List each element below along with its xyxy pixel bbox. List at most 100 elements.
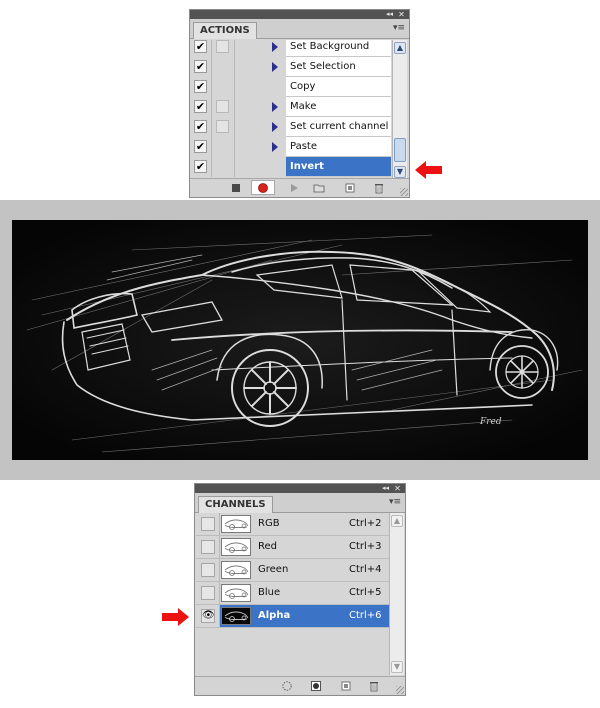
action-step-cell[interactable]: Set Background [286,40,391,57]
channels-list: RGB Ctrl+2 Red Ctrl+3 Green Ctrl+4 Blue Ctrl+5 👁… [196,513,389,675]
action-step-cell[interactable]: Copy [286,77,391,97]
toggle-checkbox[interactable]: ✔ [194,80,207,93]
toggle-checkbox[interactable]: ✔ [194,160,207,173]
actions-panel: ◂◂ ✕ ACTIONS ▾≡ ✔ Set Background ✔ Set Sele… [189,9,410,198]
close-icon[interactable]: ✕ [396,10,407,19]
channel-thumbnail [221,538,251,556]
channel-row-green[interactable]: Green Ctrl+4 [196,559,389,582]
action-row[interactable]: ✔ Set Background [191,40,392,57]
action-step-cell[interactable]: Set Selection [286,57,391,77]
expand-triangle-icon[interactable] [272,62,278,72]
close-icon[interactable]: ✕ [392,484,403,493]
car-sketch-image[interactable]: Fred [12,220,588,460]
visibility-toggle[interactable] [201,540,215,554]
divider [234,97,235,117]
scroll-up-icon[interactable]: ▲ [394,42,406,54]
save-selection-icon[interactable] [310,680,322,692]
scroll-thumb[interactable] [394,138,406,162]
dialog-toggle[interactable] [216,120,229,133]
action-step-label: Set Background [290,41,370,52]
collapse-icon[interactable]: ◂◂ [384,10,395,19]
tab-actions[interactable]: ACTIONS [193,22,257,39]
channels-panel: ◂◂ ✕ CHANNELS ▾≡ RGB Ctrl+2 Red Ctrl+3 Green… [194,483,406,696]
expand-triangle-icon[interactable] [272,42,278,52]
expand-triangle-icon[interactable] [272,122,278,132]
action-step-label: Set Selection [290,61,356,72]
channel-thumbnail [221,561,251,579]
action-row[interactable]: ✔ Set Selection [191,57,392,77]
action-row[interactable]: ✔ Invert [191,157,392,177]
load-selection-icon[interactable] [281,680,293,692]
channel-thumbnail [221,515,251,533]
action-step-cell[interactable]: Set current channel [286,117,391,137]
new-channel-icon[interactable] [340,680,352,692]
toggle-checkbox[interactable]: ✔ [194,120,207,133]
scroll-up-icon[interactable]: ▲ [391,515,403,527]
resize-grip[interactable] [396,686,404,694]
visibility-toggle[interactable] [201,563,215,577]
document-canvas-area: Fred [0,200,600,480]
channel-row-rgb[interactable]: RGB Ctrl+2 [196,513,389,536]
panel-menu-icon[interactable]: ▾≡ [393,23,405,33]
action-row[interactable]: ✔ Copy [191,77,392,97]
dialog-toggle[interactable] [216,100,229,113]
artist-signature: Fred [479,417,502,427]
actions-scrollbar[interactable]: ▲ ▼ [392,40,407,180]
action-step-label: Paste [290,141,317,152]
divider [211,137,212,157]
divider [211,157,212,177]
expand-triangle-icon[interactable] [272,142,278,152]
toggle-checkbox[interactable]: ✔ [194,140,207,153]
red-arrow-icon [415,161,442,179]
trash-icon[interactable] [373,182,385,194]
stop-icon[interactable] [230,182,242,194]
channel-shortcut: Ctrl+4 [349,564,382,575]
collapse-icon[interactable]: ◂◂ [380,484,391,493]
channel-name: Red [258,541,277,552]
channel-row-red[interactable]: Red Ctrl+3 [196,536,389,559]
action-step-cell[interactable]: Make [286,97,391,117]
resize-grip[interactable] [400,188,408,196]
red-arrow-icon [162,608,189,626]
divider [211,57,212,77]
new-set-icon[interactable] [313,182,325,194]
toggle-checkbox[interactable]: ✔ [194,40,207,53]
channel-thumbnail [221,607,251,625]
divider [211,77,212,97]
tab-channels[interactable]: CHANNELS [198,496,273,513]
action-step-cell[interactable]: Paste [286,137,391,157]
toggle-checkbox[interactable]: ✔ [194,60,207,73]
scroll-down-icon[interactable]: ▼ [391,661,403,673]
panel-menu-icon[interactable]: ▾≡ [389,497,401,507]
new-action-icon[interactable] [344,182,356,194]
dialog-toggle[interactable] [216,40,229,53]
record-button[interactable] [251,180,275,195]
visibility-toggle[interactable] [201,586,215,600]
channel-row-alpha[interactable]: 👁 Alpha Ctrl+6 [196,605,389,628]
play-icon[interactable] [288,182,300,194]
channels-scrollbar[interactable]: ▲ ▼ [389,513,404,675]
divider [211,117,212,137]
expand-triangle-icon[interactable] [272,102,278,112]
channel-name: Green [258,564,289,575]
action-row[interactable]: ✔ Make [191,97,392,117]
trash-icon[interactable] [368,680,380,692]
channel-row-blue[interactable]: Blue Ctrl+5 [196,582,389,605]
action-step-label: Invert [290,161,324,172]
scroll-down-icon[interactable]: ▼ [394,166,406,178]
channels-tab-row: CHANNELS ▾≡ [195,493,405,513]
action-step-cell[interactable]: Invert [286,157,391,177]
actions-toolbar [190,178,409,197]
toggle-checkbox[interactable]: ✔ [194,100,207,113]
divider [211,97,212,117]
actions-tab-row: ACTIONS ▾≡ [190,19,409,39]
action-row[interactable]: ✔ Paste [191,137,392,157]
visibility-toggle[interactable] [201,517,215,531]
divider [234,40,235,57]
divider [234,157,235,177]
car-sketch-drawing: Fred [12,220,588,460]
panel-titlebar: ◂◂ ✕ [190,10,409,19]
action-row[interactable]: ✔ Set current channel [191,117,392,137]
eye-icon[interactable]: 👁 [201,609,215,623]
divider [211,40,212,57]
